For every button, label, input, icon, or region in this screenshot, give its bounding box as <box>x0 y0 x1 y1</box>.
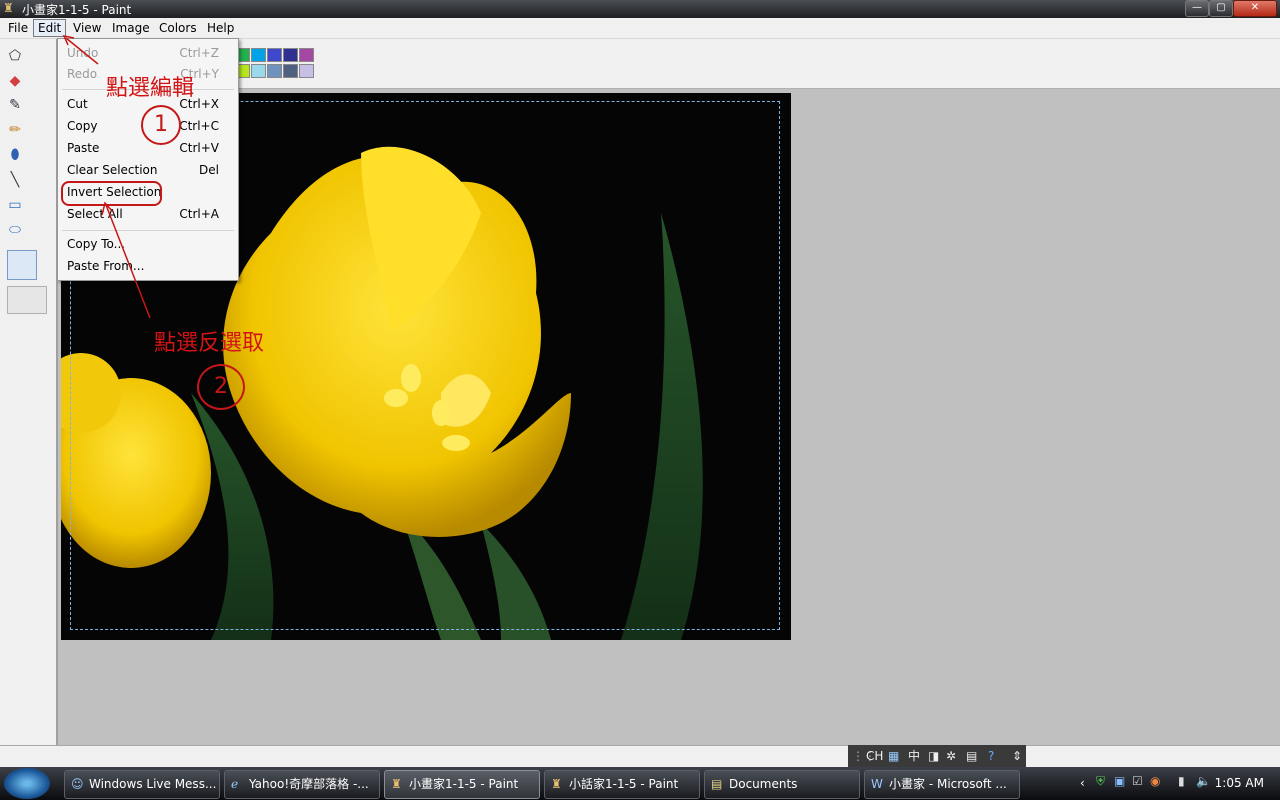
clock[interactable]: 1:05 AM <box>1215 776 1264 790</box>
language-bar[interactable]: ⋮⋮ CH ▦ 中 ◨ ✲ ▤ ? ⇕ <box>848 745 1026 767</box>
update-icon[interactable]: ☑ <box>1132 774 1143 788</box>
annotation-step1-text: 點選編輯 <box>106 76 195 101</box>
taskbar-item-documents[interactable]: ▤ Documents <box>704 770 860 799</box>
settings-icon[interactable]: ✲ <box>946 748 956 764</box>
taskbar-item-messenger[interactable]: ☺ Windows Live Mess... <box>64 770 220 799</box>
paint-icon: ♜ <box>391 777 402 791</box>
keyboard-icon[interactable]: ▦ <box>888 748 899 764</box>
input-pad-icon[interactable]: ▤ <box>966 748 977 764</box>
help-icon[interactable]: ? <box>988 748 994 764</box>
language-indicator[interactable]: CH <box>866 748 883 764</box>
volume-icon[interactable]: 🔈 <box>1196 774 1211 788</box>
folder-icon: ▤ <box>711 777 723 791</box>
system-tray: ‹ ⛨ ▣ ☑ ◉ ▮ 🔈 1:05 AM <box>1078 768 1280 799</box>
ime-mode-indicator[interactable]: 中 <box>908 748 920 764</box>
paint-icon: ♜ <box>551 777 562 791</box>
status-bar <box>0 745 1280 768</box>
annotation-step1-number: 1 <box>141 105 181 145</box>
annotation-step2-text: 點選反選取 <box>154 331 265 356</box>
tray-expand-icon[interactable]: ‹ <box>1080 776 1085 790</box>
security-icon[interactable]: ◉ <box>1150 774 1160 788</box>
taskbar-item-word[interactable]: W 小畫家 - Microsoft ... <box>864 770 1020 799</box>
taskbar-item-yahoo-blog[interactable]: ℯ Yahoo!奇摩部落格 -... <box>224 770 380 799</box>
power-icon[interactable]: ▮ <box>1178 774 1185 788</box>
taskbar-item-paint[interactable]: ♜ 小話家1-1-5 - Paint <box>544 770 700 799</box>
start-button[interactable] <box>4 768 50 799</box>
network-icon[interactable]: ▣ <box>1114 774 1125 788</box>
half-width-icon[interactable]: ◨ <box>928 748 939 764</box>
annotation-step2-number: 2 <box>197 364 245 410</box>
word-icon: W <box>871 777 883 791</box>
annotation-arrows <box>62 34 151 319</box>
ie-icon: ℯ <box>231 777 239 791</box>
messenger-icon: ☺ <box>71 777 84 791</box>
shield-icon[interactable]: ⛨ <box>1096 774 1105 789</box>
taskbar-item-paint-active[interactable]: ♜ 小畫家1-1-5 - Paint <box>384 770 540 799</box>
options-icon[interactable]: ⇕ <box>1012 748 1022 764</box>
